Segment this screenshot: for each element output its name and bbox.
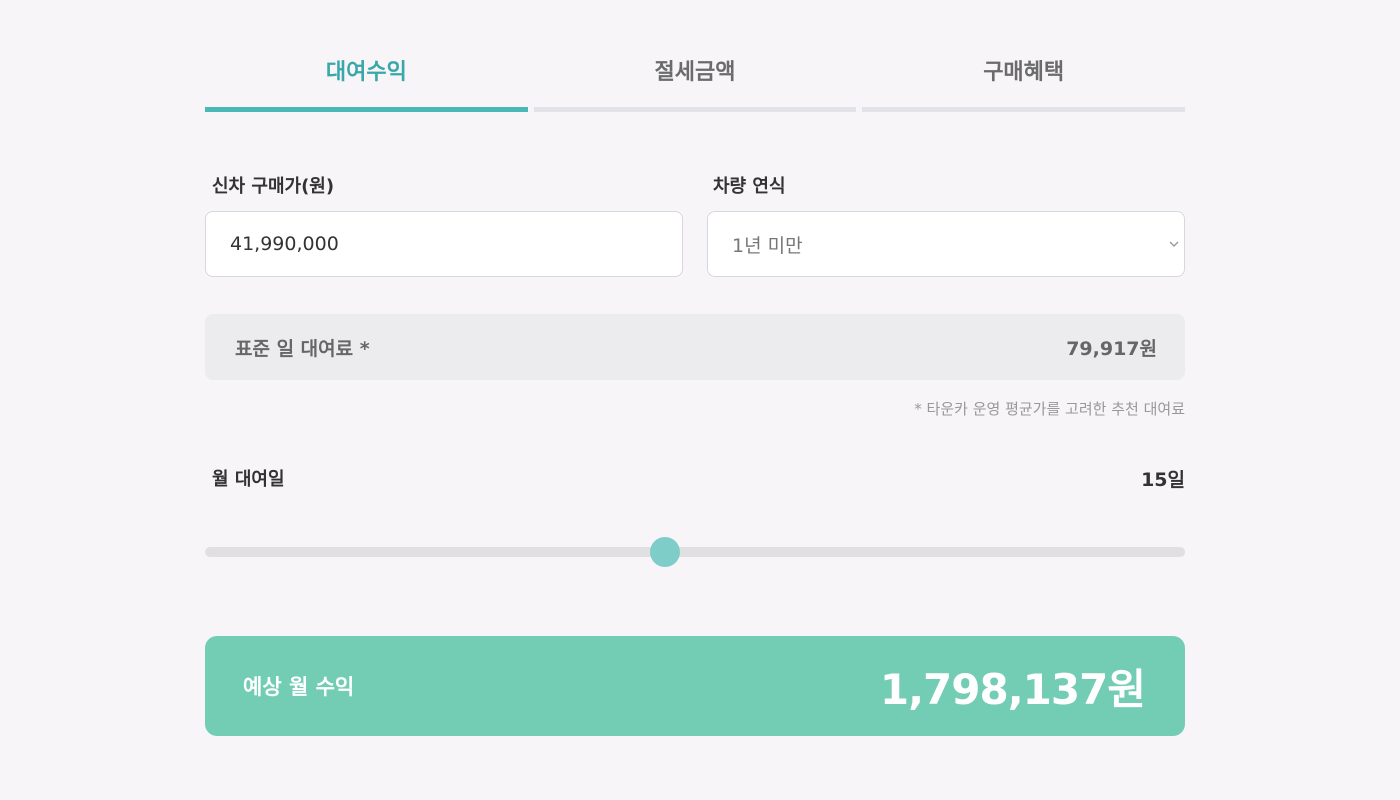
- standard-fee-row: 표준 일 대여료 * 79,917원: [205, 314, 1185, 380]
- purchase-price-label: 신차 구매가(원): [212, 176, 335, 197]
- expected-income-label: 예상 월 수익: [243, 675, 355, 699]
- standard-fee-value: 79,917원: [1066, 337, 1157, 360]
- chevron-down-icon: [1169, 241, 1179, 247]
- vehicle-year-select[interactable]: 1년 미만: [707, 211, 1185, 277]
- tab-indicator: [205, 107, 528, 112]
- tab-tax-savings[interactable]: 절세금액: [533, 40, 857, 112]
- tab-label: 구매혜택: [983, 60, 1065, 85]
- slider-handle[interactable]: [649, 537, 680, 567]
- tab-label: 절세금액: [654, 60, 736, 85]
- vehicle-year-label: 차량 연식: [713, 176, 786, 197]
- monthly-days-value: 15일: [1141, 469, 1185, 491]
- tab-bar: 대여수익 절세금액 구매혜택: [205, 40, 1186, 112]
- standard-fee-label: 표준 일 대여료 *: [235, 337, 370, 360]
- tab-rental-income[interactable]: 대여수익: [205, 40, 528, 112]
- calculator-container: 대여수익 절세금액 구매혜택 신차 구매가(원) 차량 연식 1년 미만 표준 …: [205, 0, 1186, 800]
- tab-purchase-benefits[interactable]: 구매혜택: [862, 40, 1186, 112]
- monthly-days-label: 월 대여일: [212, 469, 285, 490]
- vehicle-year-selected: 1년 미만: [732, 234, 803, 257]
- purchase-price-input[interactable]: [230, 233, 682, 255]
- monthly-days-slider[interactable]: [205, 537, 1185, 567]
- expected-income-value: 1,798,137원: [879, 664, 1146, 714]
- tab-indicator: [533, 107, 857, 112]
- tab-indicator: [862, 107, 1186, 112]
- purchase-price-field[interactable]: [205, 211, 683, 277]
- fee-note: * 타운카 운영 평균가를 고려한 추천 대여료: [914, 400, 1185, 418]
- tab-label: 대여수익: [325, 60, 407, 85]
- expected-income-panel: 예상 월 수익 1,798,137원: [205, 636, 1185, 736]
